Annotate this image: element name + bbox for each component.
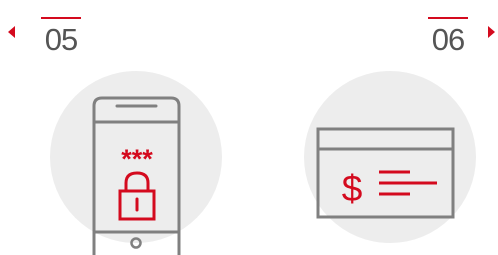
password-mask-text: *** [121,144,153,174]
card-dollar-icon: $ [316,127,455,219]
padlock-icon [118,171,156,221]
step-illustrations: *** $ [92,96,455,255]
phone-password-lock-icon: *** [92,96,181,255]
dollar-sign-text: $ [342,168,363,209]
